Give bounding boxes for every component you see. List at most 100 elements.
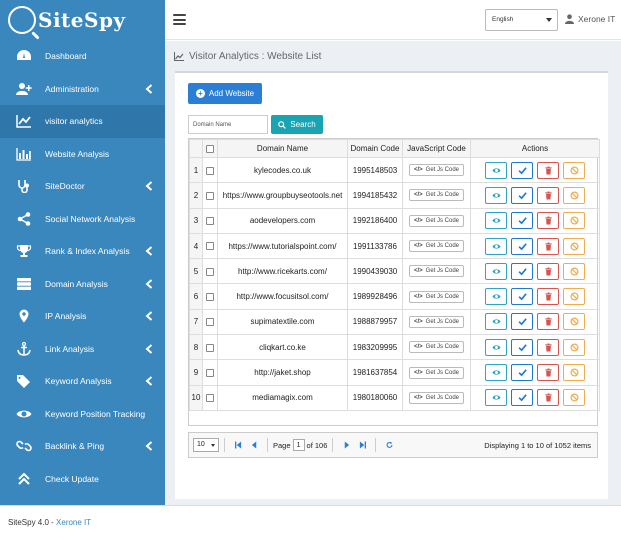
sidebar-item-sitedoctor[interactable]: SiteDoctor [0,170,165,203]
sidebar-item-ip-analysis[interactable]: IP Analysis [0,300,165,333]
add-website-button[interactable]: + Add Website [188,83,262,104]
row-checkbox[interactable] [206,293,214,302]
approve-button[interactable] [511,389,533,407]
view-button[interactable] [485,338,507,356]
table-row[interactable]: 2 https://www.groupbuyseotools.net 1994185… [189,182,600,209]
get-js-code-button[interactable]: </> Get Js Code [408,189,465,202]
sidebar-item-social-network-analysis[interactable]: Social Network Analysis [0,203,165,236]
sidebar-item-rank-index-analysis[interactable]: Rank & Index Analysis [0,235,165,268]
row-checkbox[interactable] [206,394,214,403]
get-js-code-button[interactable]: </> Get Js Code [408,240,465,253]
domain-search-input[interactable]: Domain Name [188,115,268,134]
sidebar-item-backlink-ping[interactable]: Backlink & Ping [0,430,165,463]
get-js-code-button[interactable]: </> Get Js Code [408,164,465,177]
block-button[interactable] [563,364,585,382]
sidebar-item-website-analysis[interactable]: Website Analysis [0,138,165,171]
get-js-code-button[interactable]: </> Get Js Code [408,265,465,278]
get-js-code-button[interactable]: </> Get Js Code [408,290,465,303]
delete-button[interactable] [537,338,559,356]
select-all-checkbox[interactable] [206,144,214,153]
sidebar-item-link-analysis[interactable]: Link Analysis [0,333,165,366]
row-checkbox[interactable] [206,166,214,175]
block-button[interactable] [563,237,585,255]
sidebar-item-check-update[interactable]: Check Update [0,463,165,496]
row-checkbox[interactable] [206,217,214,226]
delete-button[interactable] [537,161,559,179]
block-button[interactable] [563,338,585,356]
row-checkbox[interactable] [206,242,214,251]
sidebar-item-administration[interactable]: Administration [0,73,165,106]
view-button[interactable] [485,212,507,230]
row-checkbox[interactable] [206,343,214,352]
prev-page-icon[interactable] [249,440,259,450]
sidebar-item-visitor-analytics[interactable]: visitor analytics [0,105,165,138]
get-js-code-button[interactable]: </> Get Js Code [408,366,465,379]
view-button[interactable] [485,288,507,306]
sidebar-item-keyword-analysis[interactable]: Keyword Analysis [0,365,165,398]
sidebar-item-keyword-position-tracking[interactable]: Keyword Position Tracking [0,398,165,431]
table-row[interactable]: 5 http://www.ricekarts.com/1990439030 </> G… [189,258,600,285]
approve-button[interactable] [511,237,533,255]
sidebar-item-dashboard[interactable]: Dashboard [0,40,165,73]
block-button[interactable] [563,161,585,179]
view-button[interactable] [485,262,507,280]
row-checkbox[interactable] [206,368,214,377]
get-js-code-button[interactable]: </> Get Js Code [408,214,465,227]
view-button[interactable] [485,364,507,382]
block-button[interactable] [563,313,585,331]
delete-button[interactable] [537,262,559,280]
approve-button[interactable] [511,364,533,382]
row-checkbox[interactable] [206,267,214,276]
approve-button[interactable] [511,212,533,230]
view-button[interactable] [485,186,507,204]
view-button[interactable] [485,313,507,331]
get-js-code-button[interactable]: </> Get Js Code [408,315,465,328]
table-row[interactable]: 10 mediamagix.com 1980180060 </> Get Js Code [189,384,600,411]
domain-name-header[interactable]: Domain Name [217,139,348,158]
table-row[interactable]: 8 cliqkart.co.ke 1983209995 </> Get Js Code [189,334,600,361]
approve-button[interactable] [511,338,533,356]
delete-button[interactable] [537,186,559,204]
delete-button[interactable] [537,212,559,230]
view-button[interactable] [485,161,507,179]
language-select[interactable]: English [485,9,558,31]
approve-button[interactable] [511,161,533,179]
page-number-input[interactable]: 1 [292,439,305,451]
table-row[interactable]: 3 aodevelopers.com 1992186400 </> Get Js Cod… [189,207,600,234]
get-js-code-button[interactable]: </> Get Js Code [408,341,465,354]
row-checkbox[interactable] [206,318,214,327]
get-js-code-button[interactable]: </> Get Js Code [408,391,465,404]
javascript-code-header[interactable]: JavaScript Code [402,139,471,158]
view-button[interactable] [485,389,507,407]
block-button[interactable] [563,262,585,280]
table-row[interactable]: 7 supimatextile.com 1988879957 </> Get Js Co… [189,308,600,336]
approve-button[interactable] [511,262,533,280]
delete-button[interactable] [537,288,559,306]
refresh-icon[interactable] [384,440,394,450]
block-button[interactable] [563,186,585,204]
table-row[interactable]: 6 http://www.focusitsol.com/1989928496 </>… [189,283,600,310]
menu-toggle-icon[interactable] [173,14,186,25]
block-button[interactable] [563,389,585,407]
sidebar-item-domain-analysis[interactable]: Domain Analysis [0,268,165,301]
row-checkbox[interactable] [206,191,214,200]
next-page-icon[interactable] [341,440,351,450]
first-page-icon[interactable] [233,440,243,450]
approve-button[interactable] [511,186,533,204]
domain-code-header[interactable]: Domain Code [347,139,403,158]
user-menu[interactable]: Xerone IT [565,14,615,24]
view-button[interactable] [485,237,507,255]
logo[interactable]: SiteSpy [0,0,165,40]
delete-button[interactable] [537,313,559,331]
approve-button[interactable] [511,288,533,306]
table-row[interactable]: 9 http://jaket.shop 1981637854 </> Get Js Co… [189,359,600,386]
approve-button[interactable] [511,313,533,331]
table-row[interactable]: 4 https://www.tutorialspoint.com/19911337… [189,232,600,260]
block-button[interactable] [563,212,585,230]
delete-button[interactable] [537,237,559,255]
delete-button[interactable] [537,389,559,407]
delete-button[interactable] [537,364,559,382]
page-size-select[interactable]: 10 [193,438,219,452]
block-button[interactable] [563,288,585,306]
search-button[interactable]: Search [271,115,323,134]
